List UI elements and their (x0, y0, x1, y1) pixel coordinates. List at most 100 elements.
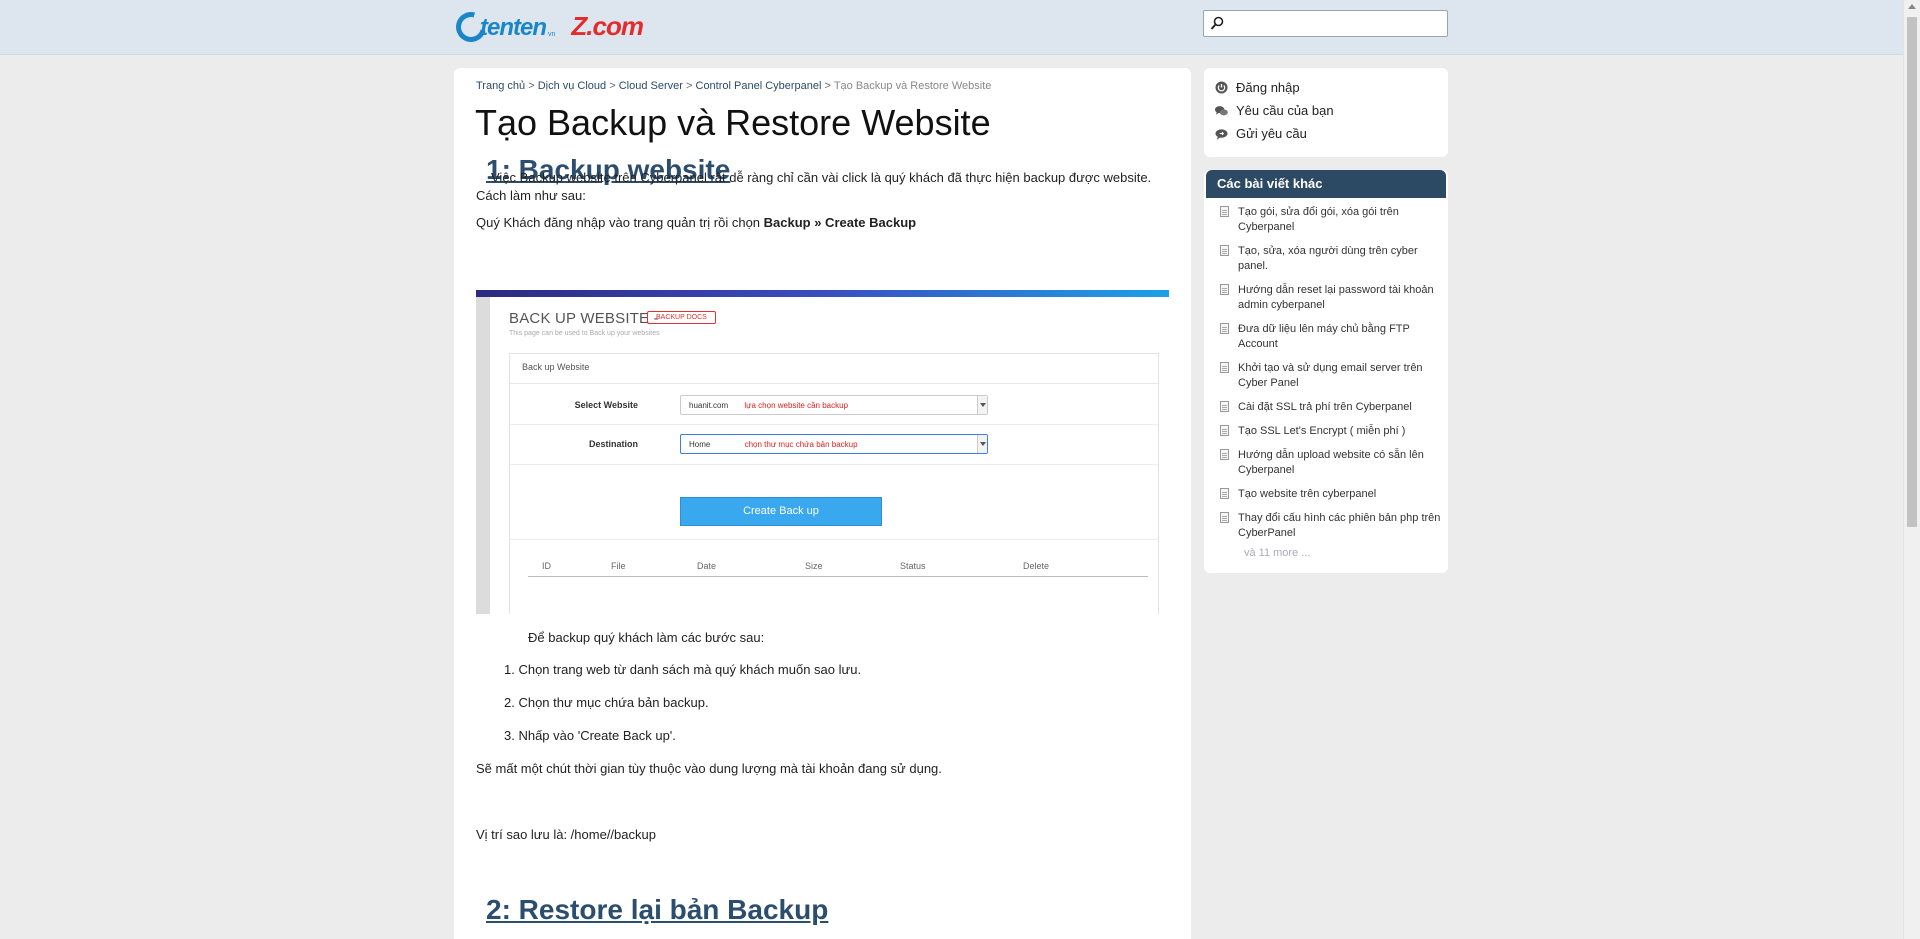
chevron-down-icon (977, 396, 987, 414)
column-id: ID (542, 561, 551, 571)
article-link-line2: admin cyberpanel (1238, 299, 1325, 311)
article-link[interactable]: Tạo website trên cyberpanel (1216, 487, 1441, 502)
article-link[interactable]: Khởi tạo và sử dụng email server trên Cy… (1216, 361, 1441, 391)
step-item: 3. Nhấp vào 'Create Back up'. (504, 728, 676, 743)
destination-dropdown: Home chọn thư mục chứa bản backup (680, 434, 988, 454)
search-icon (1210, 16, 1224, 30)
screenshot-top-bar (476, 290, 1169, 297)
document-icon (1220, 425, 1229, 436)
breadcrumb-home[interactable]: Trang chủ (476, 80, 525, 92)
article-link[interactable]: Hướng dẫn upload website có sẵn lên Cybe… (1216, 448, 1441, 478)
document-icon (1220, 323, 1229, 334)
article-link[interactable]: Tạo, sửa, xóa người dùng trên cyber pane… (1216, 244, 1441, 274)
zcom-logo[interactable]: Z.com (571, 11, 644, 42)
article-container: Trang chủ > Dịch vụ Cloud > Cloud Server… (454, 68, 1191, 939)
login-instruction-text: Quý Khách đăng nhập vào trang quản trị r… (476, 215, 764, 230)
select-website-dropdown: huanit.com lựa chọn website cần backup (680, 395, 988, 415)
login-instruction-path: Backup » Create Backup (763, 215, 917, 230)
divider (510, 539, 1158, 540)
breadcrumb-current: Tạo Backup và Restore Website (833, 80, 992, 92)
login-instruction: Quý Khách đăng nhập vào trang quản trị r… (476, 213, 916, 233)
article-link-line2: panel. (1238, 260, 1268, 272)
other-articles-title: Các bài viết khác (1206, 170, 1446, 198)
site-logo[interactable]: tenten vn Z.com (450, 6, 644, 47)
article-link-line1: Thay đổi cấu hình các phiên bản php trên (1238, 512, 1441, 524)
article-link-line1: Khởi tạo và sử dụng email server trên (1238, 362, 1423, 374)
document-icon (1220, 245, 1229, 256)
page-title: Tạo Backup và Restore Website (475, 102, 991, 143)
tenten-logo-text: tenten (480, 13, 547, 41)
login-label: Đăng nhập (1236, 80, 1300, 95)
breadcrumb-separator: > (686, 80, 693, 92)
breadcrumb-cyberpanel[interactable]: Control Panel Cyberpanel (696, 80, 822, 92)
destination-label: Destination (588, 439, 638, 449)
article-link[interactable]: Đưa dữ liệu lên máy chủ bằng FTP Account (1216, 322, 1441, 352)
scroll-up-arrow-icon[interactable] (1908, 4, 1916, 9)
select-website-hint: lựa chọn website cần backup (744, 401, 849, 410)
screenshot-sidebar-edge (476, 297, 490, 614)
select-website-value: huanit.com (689, 401, 729, 410)
scrollbar-thumb[interactable] (1907, 17, 1917, 527)
screenshot-panel: Back up Website Select Website huanit.co… (509, 353, 1159, 614)
divider (510, 464, 1158, 465)
article-link-line2: CyberPanel (1238, 527, 1296, 539)
article-link[interactable]: Tạo gói, sửa đổi gói, xóa gói trên Cyber… (1216, 205, 1441, 235)
breadcrumb-cloud-server[interactable]: Cloud Server (619, 80, 683, 92)
send-icon (1215, 127, 1228, 140)
send-request-link[interactable]: Gửi yêu cầu (1215, 126, 1307, 141)
article-link[interactable]: Cài đặt SSL trả phí trên Cyberpanel (1216, 400, 1441, 415)
breadcrumb-separator: > (824, 80, 831, 92)
column-file: File (611, 561, 626, 571)
login-link[interactable]: Đăng nhập (1215, 80, 1300, 95)
divider (510, 424, 1158, 425)
article-link[interactable]: Hướng dẫn reset lại password tài khoản a… (1216, 283, 1441, 313)
table-header-line (528, 576, 1148, 577)
select-website-label: Select Website (574, 400, 638, 410)
article-link-line2: Cyberpanel (1238, 221, 1295, 233)
breadcrumb-separator: > (609, 80, 616, 92)
breadcrumb-separator: > (528, 80, 535, 92)
article-link-line2: Cyber Panel (1238, 377, 1299, 389)
intro-paragraph: Việc Backup website trên Cyberpanel rất … (491, 170, 1152, 185)
power-icon (1215, 81, 1228, 94)
breadcrumb-cloud-services[interactable]: Dịch vụ Cloud (538, 80, 606, 92)
article-link-line1: Hướng dẫn upload website có sẵn lên (1238, 449, 1424, 461)
tenten-logo[interactable]: tenten vn (450, 6, 556, 47)
intro-paragraph-cont: Cách làm như sau: (476, 188, 586, 203)
time-note: Sẽ mất một chút thời gian tùy thuộc vào … (476, 761, 942, 776)
tenten-logo-suffix: vn (548, 30, 556, 38)
article-link-line1: Hướng dẫn reset lại password tài khoản (1238, 284, 1434, 296)
chat-icon (1215, 104, 1228, 117)
step-item: 2. Chọn thư mục chứa bản backup. (504, 695, 709, 710)
other-articles-panel: Các bài viết khác Tạo gói, sửa đổi gói, … (1204, 170, 1448, 573)
article-link-line2: Account (1238, 338, 1278, 350)
backup-location: Vị trí sao lưu là: /home//backup (476, 827, 656, 842)
vertical-scrollbar[interactable] (1903, 0, 1920, 939)
more-articles-link[interactable]: và 11 more ... (1244, 547, 1310, 559)
screenshot-docs-badge: BACKUP DOCS (647, 311, 716, 324)
document-icon (1220, 512, 1229, 523)
destination-value: Home (689, 440, 711, 449)
article-link[interactable]: Tạo SSL Let's Encrypt ( miễn phí ) (1216, 424, 1441, 439)
breadcrumb: Trang chủ > Dịch vụ Cloud > Cloud Server… (476, 80, 991, 92)
my-requests-link[interactable]: Yêu cầu của bạn (1215, 103, 1334, 118)
steps-intro: Để backup quý khách làm các bước sau: (528, 630, 765, 645)
article-link-line1: Tạo, sửa, xóa người dùng trên cyber (1238, 245, 1418, 257)
backup-screenshot: BACK UP WEBSITE - BACKUP DOCS This page … (476, 290, 1169, 614)
search-input[interactable] (1203, 10, 1448, 37)
screenshot-panel-title: Back up Website (510, 354, 1158, 384)
article-link-line1: Tạo SSL Let's Encrypt ( miễn phí ) (1238, 425, 1406, 437)
article-link-line1: Cài đặt SSL trả phí trên Cyberpanel (1238, 401, 1412, 413)
document-icon (1220, 284, 1229, 295)
column-size: Size (805, 561, 823, 571)
column-date: Date (697, 561, 717, 571)
account-links-panel: Đăng nhập Yêu cầu của bạn Gửi yêu cầu (1204, 68, 1448, 157)
section-heading-restore: 2: Restore lại bản Backup (486, 894, 829, 925)
create-backup-button: Create Back up (680, 497, 882, 526)
article-link-line1: Tạo gói, sửa đổi gói, xóa gói trên (1238, 206, 1399, 218)
article-link-line1: Đưa dữ liệu lên máy chủ bằng FTP (1238, 323, 1410, 335)
top-header: tenten vn Z.com (0, 0, 1903, 55)
article-link[interactable]: Thay đổi cấu hình các phiên bản php trên… (1216, 511, 1441, 541)
article-link-line1: Tạo website trên cyberpanel (1238, 488, 1377, 500)
column-status: Status (900, 561, 926, 571)
